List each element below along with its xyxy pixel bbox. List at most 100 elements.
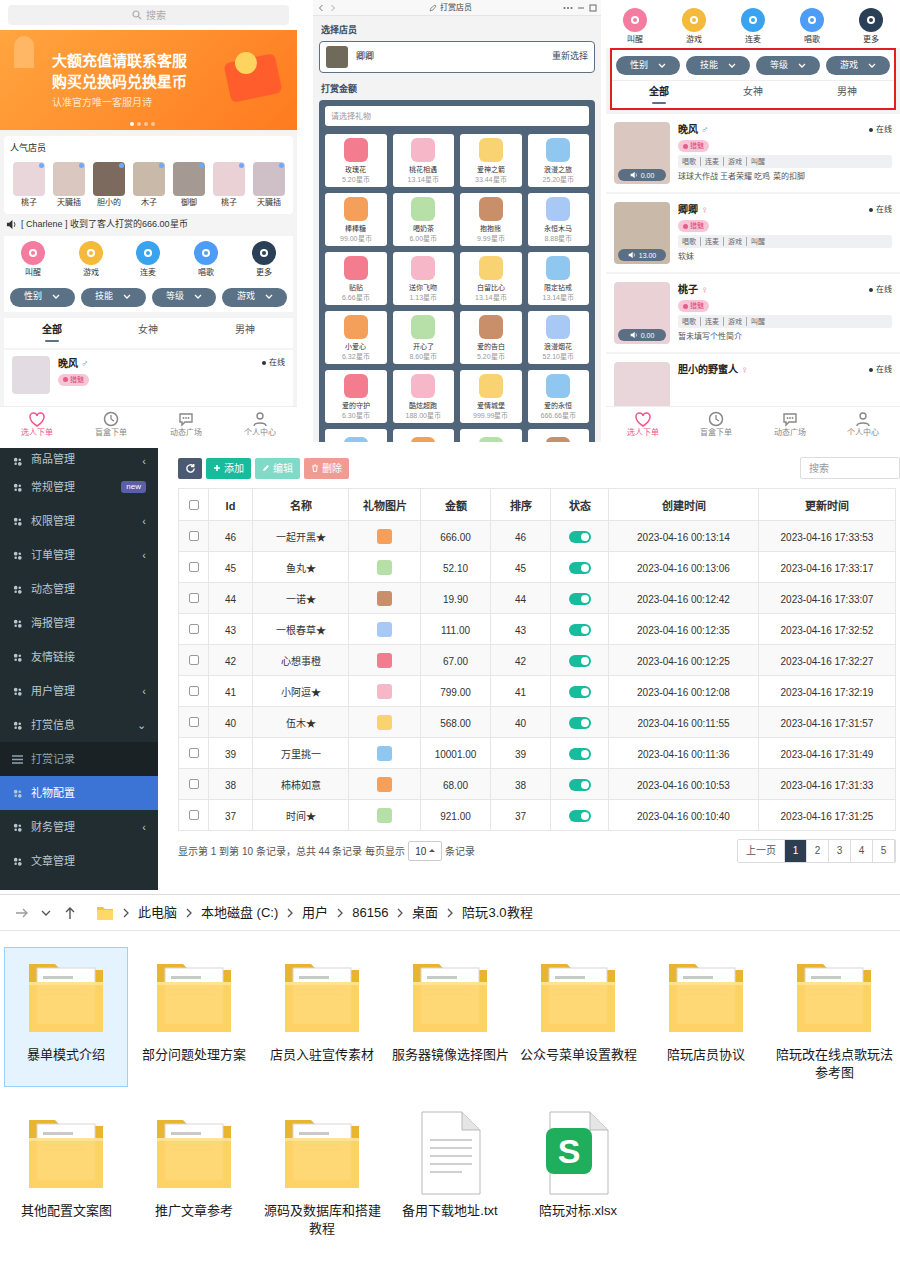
nav-item[interactable]: 动态广场 xyxy=(149,407,223,442)
file-item[interactable]: 暴单模式介绍 xyxy=(4,947,128,1087)
gift-card[interactable]: 爱的守护6.30星币 xyxy=(325,370,387,423)
toolbar-button[interactable]: 添加 xyxy=(206,458,251,479)
checkbox[interactable] xyxy=(189,500,199,510)
filter-dropdown[interactable]: 性别 xyxy=(10,288,75,307)
nav-item[interactable]: 动态广场 xyxy=(753,407,827,442)
staff-card[interactable]: 晚风♂在线猎魅 xyxy=(4,350,293,407)
staff-avatar[interactable]: 天臓插 xyxy=(250,162,287,208)
nav-item[interactable]: 选人下单 xyxy=(606,407,680,442)
tab[interactable]: 女神 xyxy=(706,81,800,108)
gift-card[interactable]: 贴贴6.66星币 xyxy=(325,252,387,305)
category-item[interactable]: 更多 xyxy=(851,8,891,45)
status-toggle[interactable] xyxy=(569,593,591,605)
status-toggle[interactable] xyxy=(569,748,591,760)
breadcrumb[interactable]: 本地磁盘 (C:) xyxy=(201,903,278,923)
checkbox[interactable] xyxy=(189,717,199,727)
gift-card[interactable]: 送你飞吻1.13星币 xyxy=(393,252,455,305)
file-item[interactable]: 源码及数据库和搭建教程 xyxy=(260,1103,384,1243)
breadcrumb[interactable]: 用户 xyxy=(302,903,328,923)
gift-card[interactable]: 限定钻戒13.14星币 xyxy=(528,252,590,305)
breadcrumb[interactable]: 86156 xyxy=(352,903,388,923)
gift-input[interactable] xyxy=(325,106,589,126)
tab[interactable]: 女神 xyxy=(100,318,196,348)
gift-card[interactable]: 桃花相遇13.14星币 xyxy=(393,134,455,187)
search-input[interactable] xyxy=(800,457,900,479)
gift-card[interactable]: 爱的永恒666.66星币 xyxy=(528,370,590,423)
voice-badge[interactable]: 0.00 xyxy=(618,329,666,341)
category-item[interactable]: 叫醒 xyxy=(615,8,655,45)
staff-card[interactable]: 13.00卿卿♀在线猎魅唱歌连麦游戏叫醒软妹 xyxy=(606,194,900,272)
status-toggle[interactable] xyxy=(569,810,591,822)
table-row[interactable]: 41小阿逗★799.00412023-04-16 00:12:082023-04… xyxy=(179,676,896,707)
toolbar-button[interactable]: 删除 xyxy=(304,458,349,479)
tab[interactable]: 全部 xyxy=(4,318,100,348)
filter-dropdown[interactable]: 等级 xyxy=(756,56,820,75)
table-row[interactable]: 38柿柿如意68.00382023-04-16 00:10:532023-04-… xyxy=(179,769,896,800)
file-item[interactable]: S陪玩对标.xlsx xyxy=(516,1103,640,1243)
category-item[interactable]: 叫醒 xyxy=(13,241,53,278)
checkbox[interactable] xyxy=(189,531,199,541)
staff-avatar[interactable]: 桃子 xyxy=(10,162,47,208)
filter-dropdown[interactable]: 技能 xyxy=(81,288,146,307)
file-item[interactable]: 推广文章参考 xyxy=(132,1103,256,1243)
sidebar-item[interactable]: 打赏记录 xyxy=(0,742,158,776)
refresh-button[interactable] xyxy=(178,458,202,479)
checkbox[interactable] xyxy=(189,748,199,758)
staff-avatar[interactable]: 天臓插 xyxy=(50,162,87,208)
category-item[interactable]: 连麦 xyxy=(128,241,168,278)
gift-card[interactable] xyxy=(528,429,590,442)
status-toggle[interactable] xyxy=(569,686,591,698)
status-toggle[interactable] xyxy=(569,624,591,636)
header-cell[interactable]: Id xyxy=(209,489,253,521)
search-field[interactable]: 搜索 xyxy=(8,5,289,25)
gift-card[interactable]: 浪漫烟花52.10星币 xyxy=(528,311,590,364)
gift-card[interactable]: 玫瑰花5.20星币 xyxy=(325,134,387,187)
table-row[interactable]: 39万里挑一10001.00392023-04-16 00:11:362023-… xyxy=(179,738,896,769)
tab[interactable]: 全部 xyxy=(612,81,706,108)
gift-card[interactable] xyxy=(460,429,522,442)
page-button[interactable]: 5 xyxy=(873,840,895,862)
category-item[interactable]: 唱歌 xyxy=(792,8,832,45)
category-item[interactable]: 更多 xyxy=(244,241,284,278)
header-cell[interactable]: 创建时间 xyxy=(609,489,759,521)
reselect-button[interactable]: 重新选择 xyxy=(552,50,588,64)
table-row[interactable]: 40伍木★568.00402023-04-16 00:11:552023-04-… xyxy=(179,707,896,738)
table-row[interactable]: 42心想事橙67.00422023-04-16 00:12:252023-04-… xyxy=(179,645,896,676)
file-item[interactable]: 服务器镜像选择图片 xyxy=(388,947,512,1087)
toolbar-button[interactable]: 编辑 xyxy=(255,458,300,479)
nav-item[interactable]: 个人中心 xyxy=(827,407,900,442)
staff-card[interactable]: 胆小的野蜜人♀在线 xyxy=(606,354,900,406)
file-item[interactable]: 店员入驻宣传素材 xyxy=(260,947,384,1087)
file-item[interactable]: 公众号菜单设置教程 xyxy=(516,947,640,1087)
sidebar-item[interactable]: 财务管理‹ xyxy=(0,810,158,844)
category-item[interactable]: 游戏 xyxy=(674,8,714,45)
table-row[interactable]: 44一诺★19.90442023-04-16 00:12:422023-04-1… xyxy=(179,583,896,614)
filter-dropdown[interactable]: 游戏 xyxy=(222,288,287,307)
status-toggle[interactable] xyxy=(569,531,591,543)
staff-card[interactable]: 0.00桃子♀在线猎魅唱歌连麦游戏叫醒暂未填写个性简介 xyxy=(606,274,900,352)
page-button[interactable]: 4 xyxy=(851,840,873,862)
checkbox[interactable] xyxy=(189,562,199,572)
header-cell[interactable]: 更新时间 xyxy=(759,489,896,521)
header-cell[interactable]: 名称 xyxy=(253,489,349,521)
staff-avatar[interactable]: 桃子 xyxy=(210,162,247,208)
sidebar-item[interactable]: 订单管理‹ xyxy=(0,538,158,572)
staff-avatar[interactable]: 御御 xyxy=(170,162,207,208)
sidebar-item[interactable]: 友情链接 xyxy=(0,640,158,674)
page-button[interactable]: 3 xyxy=(829,840,851,862)
file-item[interactable]: 其他配置文案图 xyxy=(4,1103,128,1243)
status-toggle[interactable] xyxy=(569,562,591,574)
banner[interactable]: 大额充值请联系客服购买兑换码兑换星币认准官方唯一客服月诗 xyxy=(0,30,297,130)
file-item[interactable]: 部分问题处理方案 xyxy=(132,947,256,1087)
gift-card[interactable] xyxy=(393,429,455,442)
category-item[interactable]: 连麦 xyxy=(733,8,773,45)
nav-item[interactable]: 个人中心 xyxy=(223,407,297,442)
sidebar-item[interactable]: 用户管理‹ xyxy=(0,674,158,708)
nav-item[interactable]: 盲盒下单 xyxy=(74,407,148,442)
gift-card[interactable]: 酷炫超跑188.00星币 xyxy=(393,370,455,423)
nav-item[interactable]: 盲盒下单 xyxy=(680,407,754,442)
avatar-photo[interactable]: 13.00 xyxy=(614,202,670,264)
checkbox[interactable] xyxy=(189,810,199,820)
tab[interactable]: 男神 xyxy=(800,81,894,108)
filter-dropdown[interactable]: 游戏 xyxy=(826,56,890,75)
